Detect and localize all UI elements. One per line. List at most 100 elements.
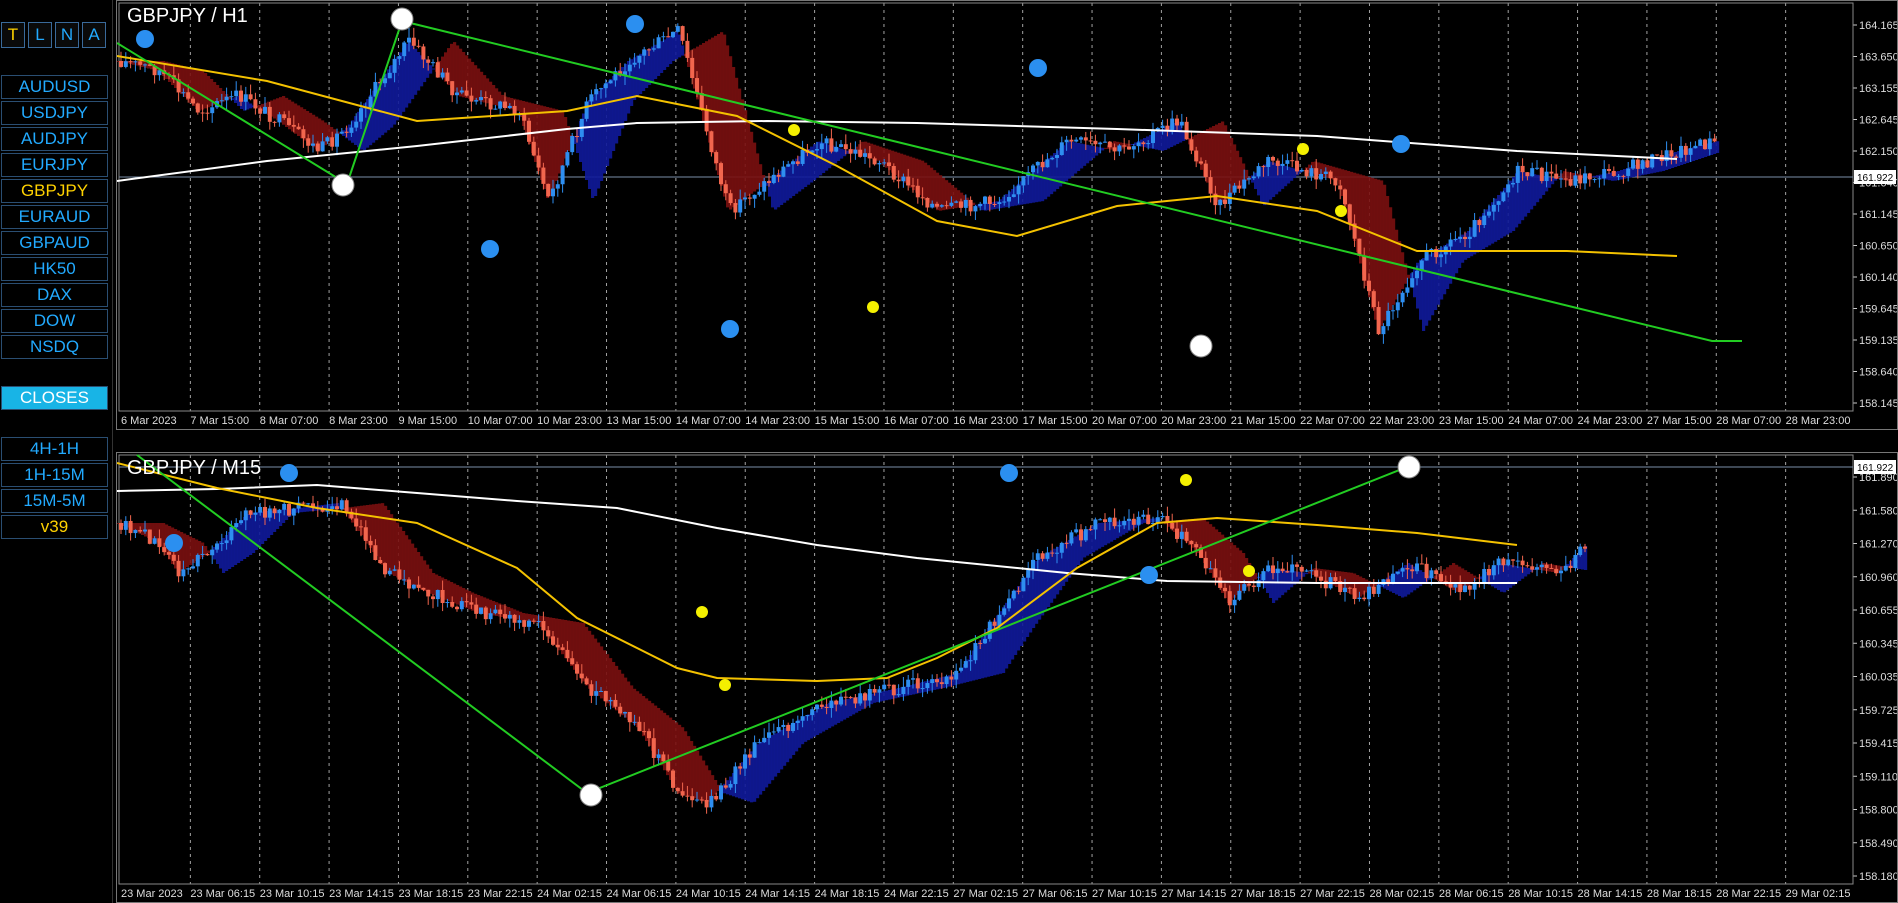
closes-button[interactable]: CLOSES <box>1 386 108 410</box>
candle-body <box>1160 515 1165 518</box>
ema-cloud-segment <box>720 32 724 186</box>
ema-cloud-segment <box>384 505 388 569</box>
candle-body <box>1467 236 1472 240</box>
candle-body <box>1511 182 1515 185</box>
t-button[interactable]: T <box>1 22 25 48</box>
ema-cloud-segment <box>1011 594 1015 660</box>
candle-body <box>853 697 858 704</box>
x-tick-label: 28 Mar 18:15 <box>1647 888 1712 900</box>
candle-body <box>435 589 440 600</box>
candle-body <box>1405 287 1410 293</box>
x-tick-label: 10 Mar 07:00 <box>468 415 533 427</box>
candle-body <box>723 785 728 788</box>
x-tick-label: 27 Mar 10:15 <box>1092 888 1157 900</box>
candle-body <box>1107 141 1112 148</box>
chart-m15[interactable]: 23 Mar 2023 23 Mar 06:15 23 Mar 10:15 23 Ma… <box>116 452 1898 903</box>
symbol-button-eurjpy[interactable]: EURJPY <box>1 153 108 177</box>
symbol-button-hk50[interactable]: HK50 <box>1 257 108 281</box>
ema-cloud-segment <box>234 97 238 103</box>
ema-cloud-segment <box>1002 607 1006 673</box>
candle-body <box>805 715 810 717</box>
ema-cloud-segment <box>1386 196 1390 316</box>
candle-body <box>1271 565 1275 574</box>
symbol-button-audjpy[interactable]: AUDJPY <box>1 127 108 151</box>
x-tick-label: 20 Mar 07:00 <box>1092 415 1157 427</box>
candle-body <box>1539 167 1544 182</box>
ema-cloud-segment <box>693 745 697 799</box>
ema-cloud-segment <box>696 750 700 800</box>
symbol-button-dow[interactable]: DOW <box>1 309 108 333</box>
n-button[interactable]: N <box>55 22 79 48</box>
candle-body <box>301 502 306 504</box>
candle-body <box>1501 558 1506 566</box>
candle-body <box>882 684 887 690</box>
x-tick-label: 24 Mar 06:15 <box>607 888 672 900</box>
candle-body <box>656 37 661 49</box>
candle-body <box>584 101 589 119</box>
candle-body <box>1328 171 1333 179</box>
symbol-button-dax[interactable]: DAX <box>1 283 108 307</box>
a-button[interactable]: A <box>82 22 106 48</box>
ema-cloud-segment <box>1101 522 1105 547</box>
candle-body <box>498 101 503 109</box>
chart-m15-canvas[interactable]: 23 Mar 2023 23 Mar 06:15 23 Mar 10:15 23 Ma… <box>117 453 1897 902</box>
symbol-button-audusd[interactable]: AUDUSD <box>1 75 108 99</box>
candle-body <box>1491 204 1496 212</box>
x-tick-label: 28 Mar 22:15 <box>1716 888 1781 900</box>
candle-body <box>1131 518 1136 525</box>
timeframe-1h-15m-button[interactable]: 1H-15M <box>1 463 108 487</box>
symbol-button-gbpjpy[interactable]: GBPJPY <box>1 179 108 203</box>
candle-body <box>1251 176 1256 179</box>
candle-body <box>800 716 805 721</box>
timeframe-15m-5m-button[interactable]: 15M-5M <box>1 489 108 513</box>
candle-body <box>1439 574 1443 582</box>
chart-h1[interactable]: 6 Mar 2023 7 Mar 15:00 8 Mar 07:00 8 Mar 23… <box>116 0 1898 430</box>
symbol-button-nsdq[interactable]: NSDQ <box>1 335 108 359</box>
candle-body <box>392 58 397 73</box>
candle-body <box>1559 178 1563 180</box>
ema-cloud-segment <box>303 507 307 512</box>
ema-cloud-segment <box>642 696 646 737</box>
ema-cloud-segment <box>282 509 286 523</box>
chart-h1-canvas[interactable]: 6 Mar 2023 7 Mar 15:00 8 Mar 07:00 8 Mar 23… <box>117 1 1897 429</box>
ema-cloud-segment <box>462 52 466 98</box>
ema-cloud-segment <box>798 719 802 748</box>
candle-body <box>1275 568 1280 574</box>
candle-body <box>824 138 829 144</box>
ema-cloud-segment <box>273 99 277 119</box>
candle-body <box>637 721 642 732</box>
candle-body <box>397 56 402 59</box>
candle-body <box>1074 139 1079 142</box>
swing-point-dot <box>696 606 708 618</box>
l-button[interactable]: L <box>28 22 52 48</box>
ema-cloud-segment <box>417 52 421 91</box>
ema-cloud-segment <box>1038 557 1042 620</box>
ema-cloud-segment <box>675 32 679 60</box>
candle-body <box>359 108 363 122</box>
symbol-button-usdjpy[interactable]: USDJPY <box>1 101 108 125</box>
candle-body <box>867 153 872 159</box>
ema-cloud-segment <box>432 68 436 70</box>
ema-cloud-segment <box>1401 252 1405 289</box>
candle-body <box>1107 517 1112 522</box>
ema-cloud-segment <box>1128 144 1132 146</box>
candle-body <box>253 99 258 109</box>
symbol-button-euraud[interactable]: EURAUD <box>1 205 108 229</box>
candle-body <box>949 676 954 680</box>
candle-body <box>1544 171 1549 182</box>
ema-cloud-segment <box>879 146 883 163</box>
symbol-button-gbpaud[interactable]: GBPAUD <box>1 231 108 255</box>
swing-point-dot <box>719 679 731 691</box>
candle-body <box>1098 519 1103 521</box>
candle-body <box>733 203 738 213</box>
candle-body <box>1693 145 1698 149</box>
candle-body <box>767 181 771 183</box>
candle-body <box>1083 529 1088 541</box>
candle-body <box>983 638 987 644</box>
candle-body <box>1093 519 1098 530</box>
candle-body <box>147 529 152 544</box>
swing-point-dot <box>788 124 800 136</box>
timeframe-4h-1h-button[interactable]: 4H-1H <box>1 437 108 461</box>
ema-cloud-segment <box>1533 174 1537 206</box>
candle-body <box>541 167 546 184</box>
